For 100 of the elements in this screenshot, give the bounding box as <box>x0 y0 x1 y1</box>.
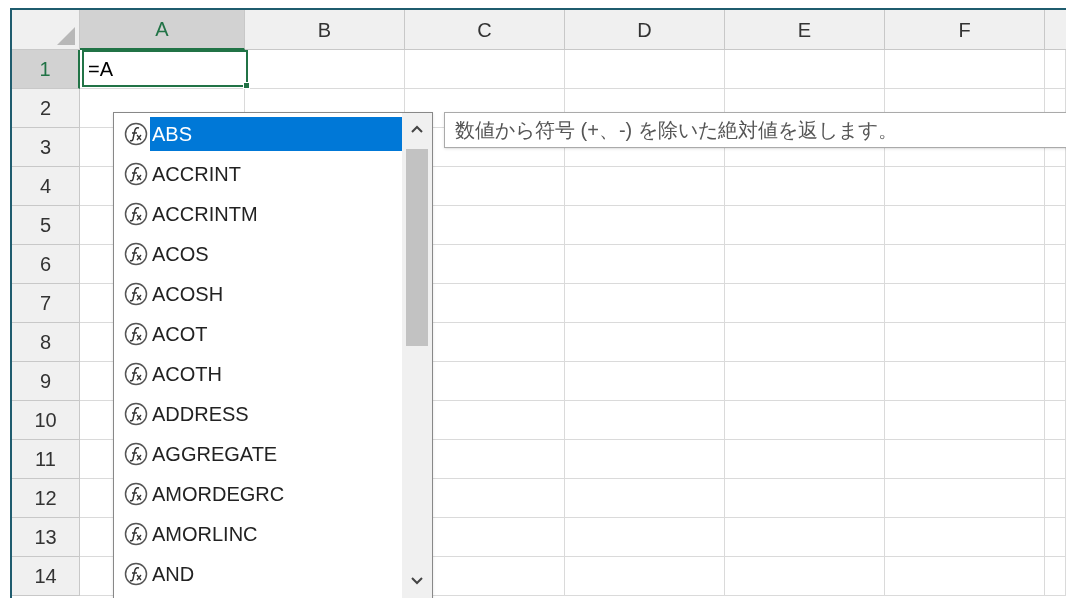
function-icon <box>124 162 148 186</box>
row-header[interactable]: 12 <box>12 479 80 518</box>
grid-cell[interactable] <box>565 362 725 401</box>
grid-cell[interactable] <box>1045 401 1066 440</box>
grid-cell[interactable] <box>725 518 885 557</box>
grid-cell[interactable] <box>885 479 1045 518</box>
function-icon <box>124 122 148 146</box>
row-header[interactable]: 3 <box>12 128 80 167</box>
column-header[interactable] <box>1045 10 1066 50</box>
function-option[interactable]: ADDRESS <box>150 397 402 431</box>
scroll-thumb[interactable] <box>406 149 428 346</box>
function-option[interactable]: ACCRINT <box>150 157 402 191</box>
row-header[interactable]: 10 <box>12 401 80 440</box>
grid-cell[interactable] <box>885 362 1045 401</box>
active-cell[interactable]: =A <box>82 50 248 87</box>
grid-cell[interactable] <box>1045 518 1066 557</box>
grid-cell[interactable] <box>1045 284 1066 323</box>
grid-cell[interactable] <box>1045 206 1066 245</box>
function-icon <box>124 402 148 426</box>
grid-cell[interactable] <box>565 167 725 206</box>
grid-cell[interactable] <box>725 401 885 440</box>
grid-cell[interactable] <box>565 401 725 440</box>
function-option[interactable]: ACOSH <box>150 277 402 311</box>
grid-cell[interactable] <box>725 440 885 479</box>
grid-cell[interactable] <box>885 206 1045 245</box>
function-option[interactable]: AND <box>150 557 402 591</box>
column-header[interactable]: B <box>245 10 405 50</box>
grid-cell[interactable] <box>725 557 885 596</box>
triangle-icon <box>57 27 75 45</box>
grid-cell[interactable] <box>1045 323 1066 362</box>
function-icon <box>124 282 148 306</box>
grid-cell[interactable] <box>565 206 725 245</box>
grid-cell[interactable] <box>885 50 1045 89</box>
function-option[interactable]: AMORLINC <box>150 517 402 551</box>
column-header[interactable]: E <box>725 10 885 50</box>
grid-cell[interactable] <box>1045 557 1066 596</box>
grid-cell[interactable] <box>1045 362 1066 401</box>
function-option[interactable]: AGGREGATE <box>150 437 402 471</box>
function-icon <box>124 482 148 506</box>
column-header[interactable]: F <box>885 10 1045 50</box>
column-header[interactable]: C <box>405 10 565 50</box>
select-all-button[interactable] <box>12 10 80 50</box>
column-header[interactable]: A <box>80 10 245 50</box>
grid-cell[interactable] <box>725 323 885 362</box>
function-option[interactable]: ACCRINTM <box>150 197 402 231</box>
function-option[interactable]: ACOT <box>150 317 402 351</box>
row-header[interactable]: 5 <box>12 206 80 245</box>
grid-cell[interactable] <box>725 206 885 245</box>
function-icon <box>124 242 148 266</box>
function-icon <box>124 442 148 466</box>
grid-cell[interactable] <box>565 440 725 479</box>
scroll-bar[interactable] <box>402 113 432 598</box>
row-header[interactable]: 2 <box>12 89 80 128</box>
row-header[interactable]: 13 <box>12 518 80 557</box>
grid-cell[interactable] <box>725 167 885 206</box>
grid-cell[interactable] <box>565 479 725 518</box>
row-header[interactable]: 4 <box>12 167 80 206</box>
grid-cell[interactable] <box>725 50 885 89</box>
function-option[interactable]: ABS <box>150 117 402 151</box>
grid-cell[interactable] <box>885 557 1045 596</box>
row-header[interactable]: 11 <box>12 440 80 479</box>
grid-cell[interactable] <box>885 401 1045 440</box>
fill-handle[interactable] <box>243 82 250 89</box>
grid-cell[interactable] <box>885 284 1045 323</box>
grid-cell[interactable] <box>725 284 885 323</box>
grid-cell[interactable] <box>885 440 1045 479</box>
grid-cell[interactable] <box>1045 50 1066 89</box>
grid-cell[interactable] <box>885 245 1045 284</box>
grid-cell[interactable] <box>1045 440 1066 479</box>
grid-cell[interactable] <box>1045 245 1066 284</box>
grid-cell[interactable] <box>885 167 1045 206</box>
row-header[interactable]: 1 <box>12 50 80 89</box>
row-header[interactable]: 9 <box>12 362 80 401</box>
function-option[interactable]: AMORDEGRC <box>150 477 402 511</box>
grid-cell[interactable] <box>565 245 725 284</box>
function-tooltip: 数値から符号 (+、-) を除いた絶対値を返します。 <box>444 112 1066 148</box>
grid-cell[interactable] <box>565 518 725 557</box>
grid-cell[interactable] <box>405 50 565 89</box>
row-header[interactable]: 8 <box>12 323 80 362</box>
row-header[interactable]: 6 <box>12 245 80 284</box>
function-icon <box>124 522 148 546</box>
grid-cell[interactable] <box>885 323 1045 362</box>
grid-cell[interactable] <box>565 50 725 89</box>
grid-cell[interactable] <box>885 518 1045 557</box>
row-header[interactable]: 14 <box>12 557 80 596</box>
grid-cell[interactable] <box>565 284 725 323</box>
grid-cell[interactable] <box>565 323 725 362</box>
grid-cell[interactable] <box>1045 167 1066 206</box>
scroll-down-icon[interactable] <box>411 577 423 585</box>
grid-cell[interactable] <box>565 557 725 596</box>
function-icon <box>124 562 148 586</box>
grid-cell[interactable] <box>1045 479 1066 518</box>
row-header[interactable]: 7 <box>12 284 80 323</box>
function-option[interactable]: ACOTH <box>150 357 402 391</box>
grid-cell[interactable] <box>725 479 885 518</box>
column-header[interactable]: D <box>565 10 725 50</box>
grid-cell[interactable] <box>725 245 885 284</box>
grid-cell[interactable] <box>725 362 885 401</box>
function-option[interactable]: ACOS <box>150 237 402 271</box>
scroll-up-icon[interactable] <box>411 125 423 133</box>
